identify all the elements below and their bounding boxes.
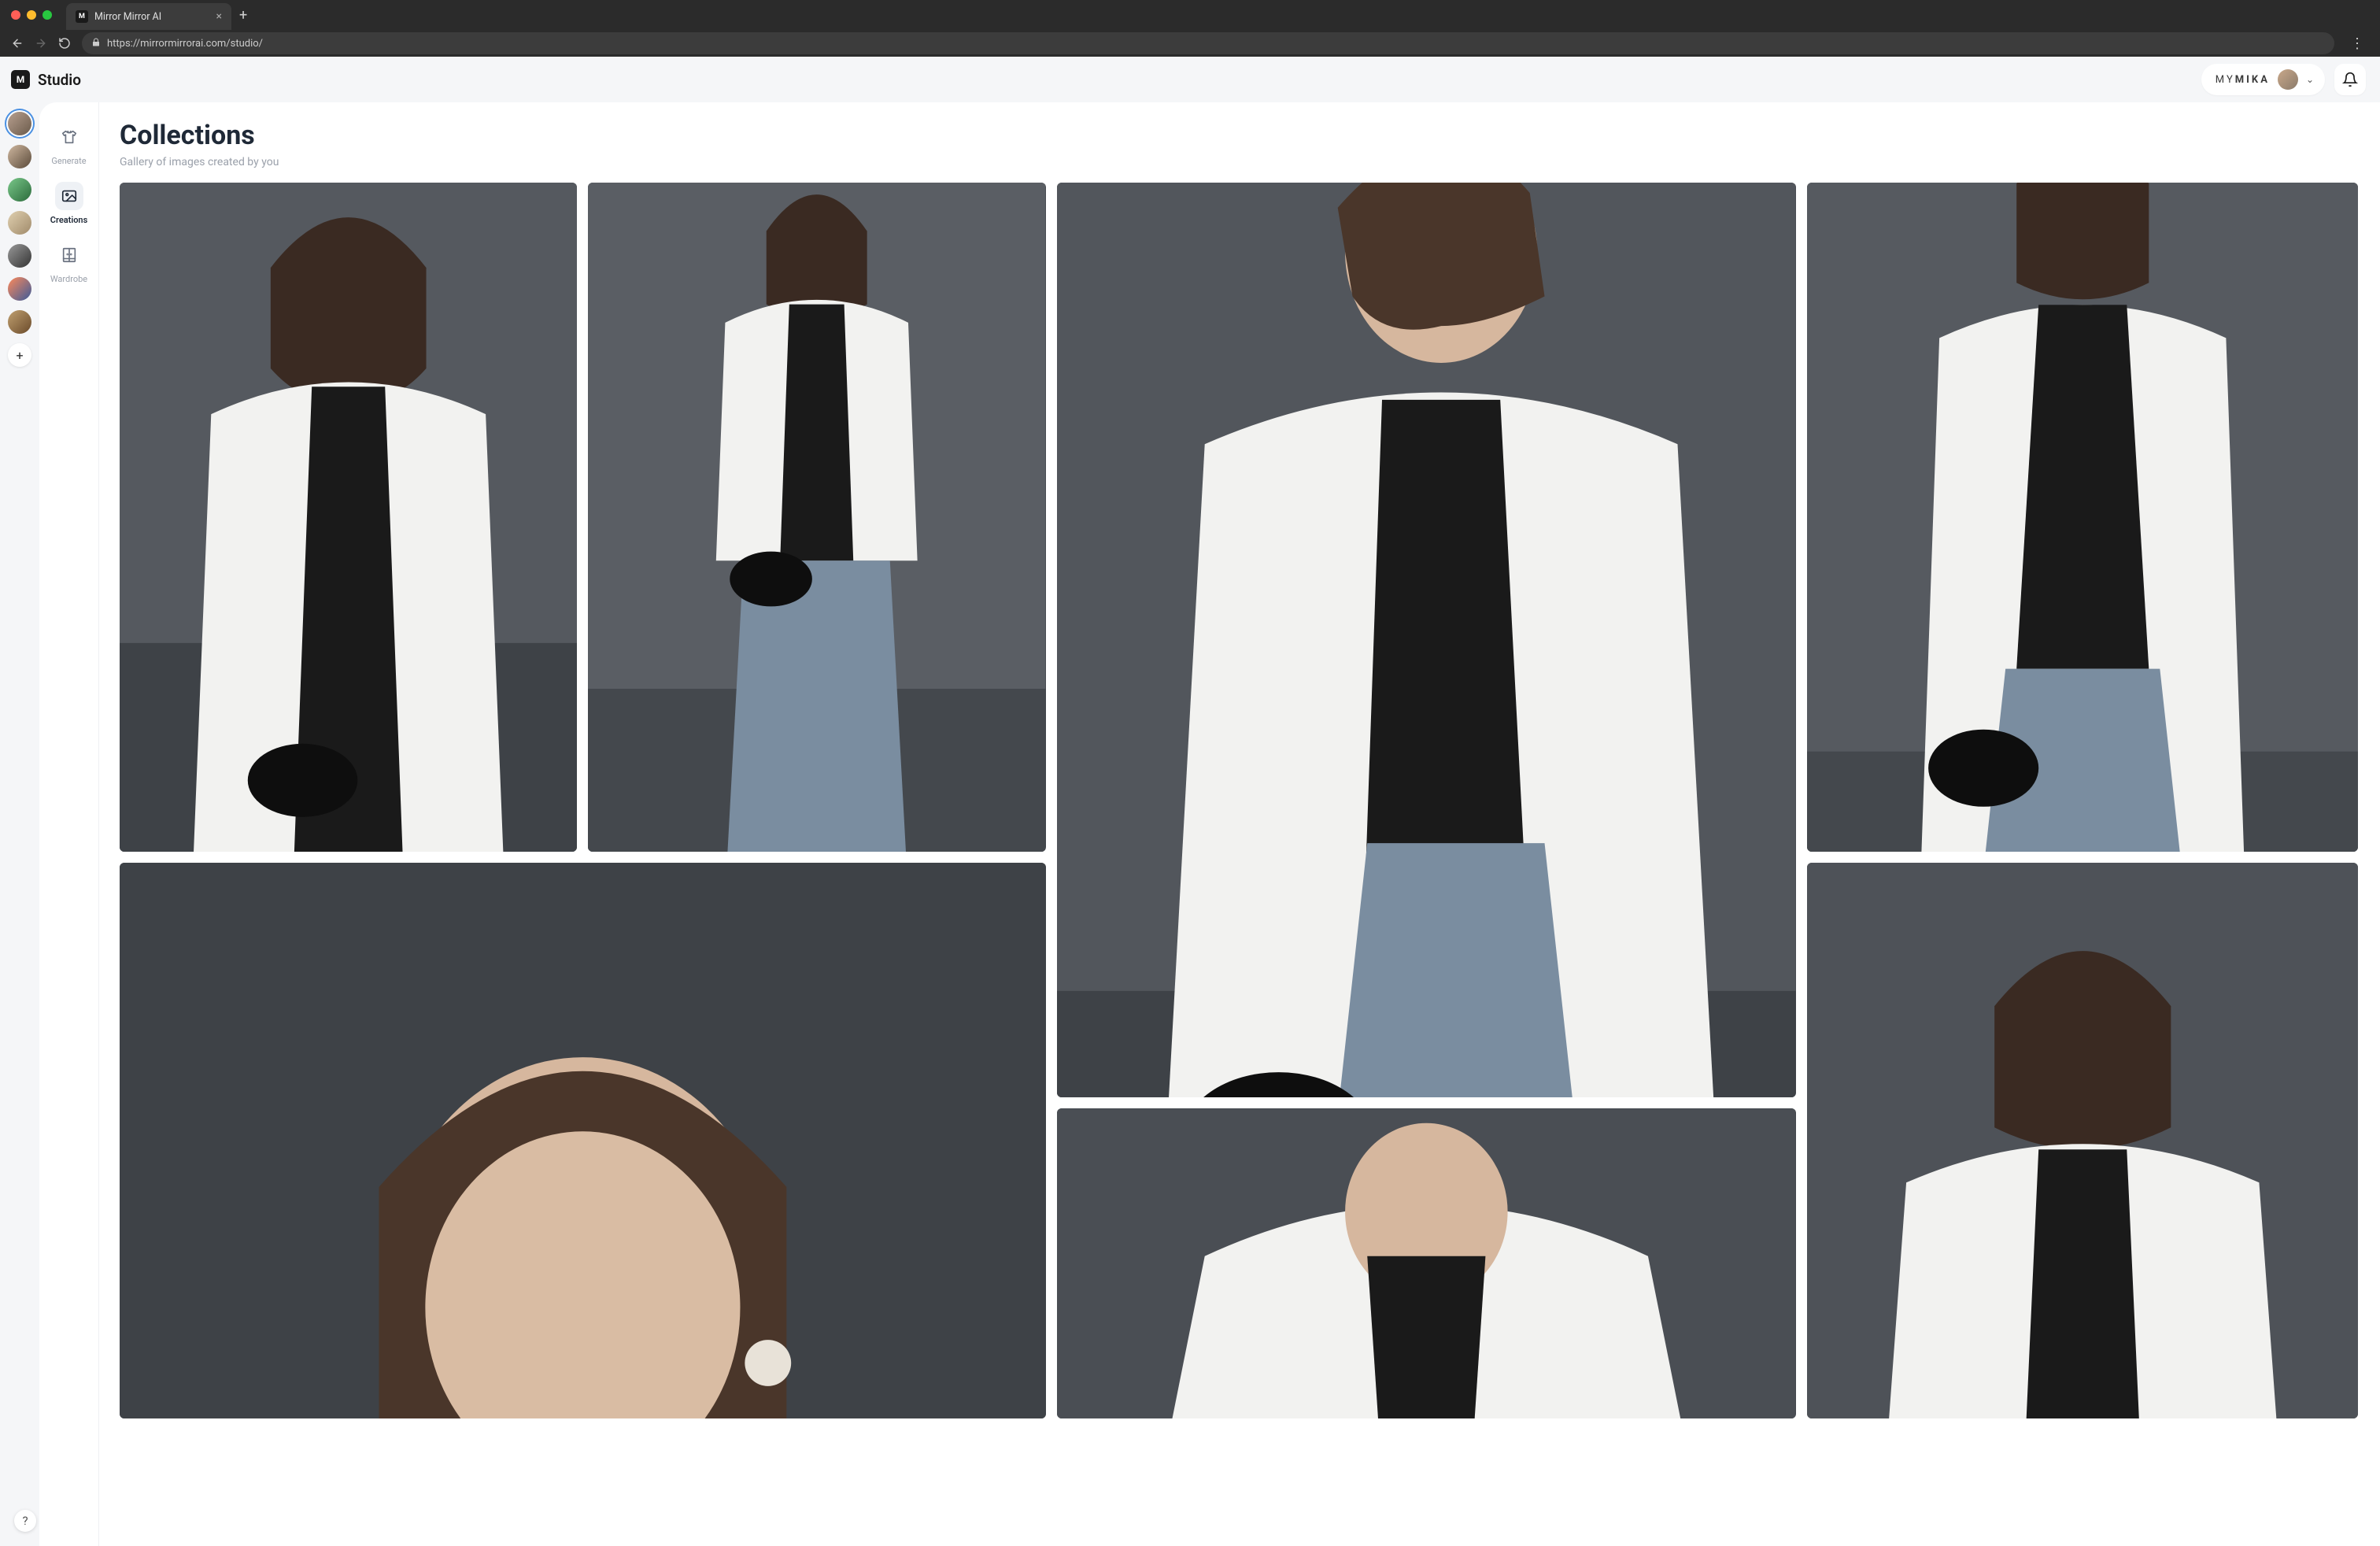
gallery-image[interactable] [1807,183,2359,852]
forward-icon[interactable] [35,37,47,50]
nav-sidebar: Generate Creations Wardrobe [39,102,99,1546]
chevron-down-icon: ⌄ [2306,74,2314,85]
avatar-item[interactable] [8,310,31,334]
add-avatar-button[interactable]: + [8,343,31,367]
browser-menu-icon[interactable]: ⋮ [2345,35,2369,52]
app-root: M Studio MYMIKA ⌄ + [0,57,2380,1546]
tab-bar: M Mirror Mirror AI × + [0,0,2380,30]
image-icon [55,182,83,210]
url-text: https://mirrormirrorai.com/studio/ [107,38,263,50]
window-controls [11,10,52,20]
nav-item-wardrobe[interactable]: Wardrobe [45,236,94,289]
app-body: + Generate Creations Wardrobe [0,102,2380,1546]
avatar-item[interactable] [8,178,31,202]
gallery-image[interactable] [588,183,1045,852]
account-avatar [2278,69,2298,90]
reload-icon[interactable] [58,37,71,50]
wardrobe-icon [55,241,83,269]
window-maximize[interactable] [42,10,52,20]
gallery-image[interactable] [120,183,577,852]
gallery-grid [120,183,2358,1418]
back-icon[interactable] [11,37,24,50]
tab-close-icon[interactable]: × [216,10,222,23]
top-header: M Studio MYMIKA ⌄ [0,57,2380,102]
nav-label: Generate [51,156,86,166]
avatar-item[interactable] [8,112,31,135]
page-subtitle: Gallery of images created by you [120,156,2358,168]
app-title: Studio [38,71,81,89]
gallery-image[interactable] [1807,863,2359,1418]
nav-label: Creations [50,215,87,225]
help-icon: ? [22,1514,28,1528]
tab-title: Mirror Mirror AI [94,11,161,23]
window-minimize[interactable] [27,10,36,20]
avatar-rail: + [0,102,39,1546]
lock-icon [91,38,101,50]
url-input[interactable]: https://mirrormirrorai.com/studio/ [82,32,2334,54]
account-menu[interactable]: MYMIKA ⌄ [2201,64,2325,95]
nav-item-creations[interactable]: Creations [45,177,94,230]
main-content: Collections Gallery of images created by… [99,102,2380,1546]
shirt-icon [55,123,83,151]
gallery-image[interactable] [1057,183,1796,1097]
nav-label: Wardrobe [50,274,87,284]
avatar-item[interactable] [8,244,31,268]
account-label: MYMIKA [2216,74,2270,86]
notifications-button[interactable] [2334,64,2366,95]
help-button[interactable]: ? [14,1510,36,1532]
gallery-image[interactable] [120,863,1046,1418]
nav-item-generate[interactable]: Generate [45,118,94,171]
app-logo-icon: M [11,70,30,89]
bell-icon [2342,72,2358,87]
avatar-item[interactable] [8,211,31,235]
avatar-item[interactable] [8,277,31,301]
browser-chrome: M Mirror Mirror AI × + https://mirrormir… [0,0,2380,57]
gallery-image[interactable] [1057,1108,1796,1418]
window-close[interactable] [11,10,20,20]
browser-tab[interactable]: M Mirror Mirror AI × [66,3,231,30]
page-title: Collections [120,120,2358,151]
avatar-item[interactable] [8,145,31,168]
address-bar: https://mirrormirrorai.com/studio/ ⋮ [0,30,2380,57]
favicon-icon: M [76,10,88,23]
new-tab-button[interactable]: + [239,7,247,24]
